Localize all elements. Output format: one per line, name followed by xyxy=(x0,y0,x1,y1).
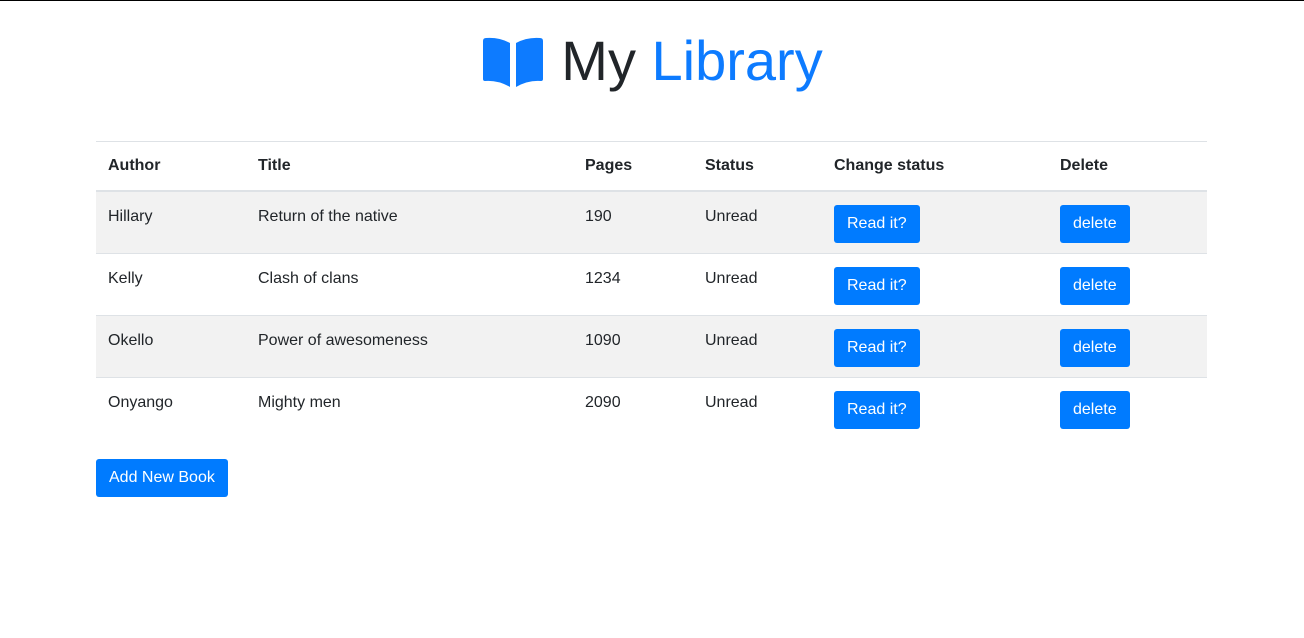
status-text: Unread xyxy=(705,393,758,411)
pages-text: 2090 xyxy=(585,393,621,411)
status-text: Unread xyxy=(705,208,758,225)
title-my: My xyxy=(561,29,636,92)
read-it-button[interactable]: Read it? xyxy=(834,390,920,429)
title-library: Library xyxy=(651,29,823,92)
add-new-book-button[interactable]: Add New Book xyxy=(96,459,228,497)
cell-delete: delete xyxy=(1048,314,1207,377)
title-text: Power of awesomeness xyxy=(258,331,428,349)
table-row: Onyango Mighty men 2090 Unread Read it? … xyxy=(96,376,1207,439)
pages-text: 1090 xyxy=(585,331,621,349)
read-it-button[interactable]: Read it? xyxy=(834,328,920,367)
column-header-delete: Delete xyxy=(1048,141,1207,192)
cell-title: Return of the native xyxy=(246,190,573,253)
column-header-change-status: Change status xyxy=(822,141,1048,192)
cell-author: Hillary xyxy=(96,190,246,253)
author-text: Onyango xyxy=(108,393,173,411)
books-table: Author Title Pages Status Change status … xyxy=(96,141,1207,439)
author-text: Hillary xyxy=(108,208,153,225)
table-row: Kelly Clash of clans 1234 Unread Read it… xyxy=(96,252,1207,315)
title-text: Clash of clans xyxy=(258,269,359,287)
status-text: Unread xyxy=(705,269,758,287)
cell-delete: delete xyxy=(1048,190,1207,253)
cell-author: Okello xyxy=(96,314,246,377)
delete-button[interactable]: delete xyxy=(1060,390,1130,429)
pages-text: 1234 xyxy=(585,269,621,287)
column-header-status: Status xyxy=(693,141,822,192)
delete-button[interactable]: delete xyxy=(1060,205,1130,243)
title-text: Mighty men xyxy=(258,393,341,411)
author-text: Kelly xyxy=(108,269,143,287)
book-open-icon xyxy=(483,37,544,87)
column-header-pages: Pages xyxy=(573,141,693,192)
column-header-title: Title xyxy=(246,141,573,192)
cell-status: Unread xyxy=(693,314,822,377)
cell-author: Onyango xyxy=(96,376,246,439)
books-table-container: Author Title Pages Status Change status … xyxy=(96,141,1207,439)
cell-change-status: Read it? xyxy=(822,252,1048,315)
delete-button[interactable]: delete xyxy=(1060,266,1130,305)
author-text: Okello xyxy=(108,331,154,349)
cell-change-status: Read it? xyxy=(822,190,1048,253)
read-it-button[interactable]: Read it? xyxy=(834,205,920,243)
cell-change-status: Read it? xyxy=(822,314,1048,377)
cell-pages: 2090 xyxy=(573,376,693,439)
cell-title: Power of awesomeness xyxy=(246,314,573,377)
cell-status: Unread xyxy=(693,190,822,253)
cell-title: Clash of clans xyxy=(246,252,573,315)
cell-pages: 1234 xyxy=(573,252,693,315)
read-it-button[interactable]: Read it? xyxy=(834,266,920,305)
page-title: My Library xyxy=(561,26,822,96)
pages-text: 190 xyxy=(585,208,612,225)
table-header-row: Author Title Pages Status Change status … xyxy=(96,141,1207,192)
cell-change-status: Read it? xyxy=(822,376,1048,439)
table-row: Hillary Return of the native 190 Unread … xyxy=(96,190,1207,253)
cell-status: Unread xyxy=(693,252,822,315)
cell-pages: 1090 xyxy=(573,314,693,377)
cell-status: Unread xyxy=(693,376,822,439)
table-row: Okello Power of awesomeness 1090 Unread … xyxy=(96,314,1207,377)
cell-delete: delete xyxy=(1048,376,1207,439)
delete-button[interactable]: delete xyxy=(1060,328,1130,367)
status-text: Unread xyxy=(705,331,758,349)
page-header: My Library xyxy=(0,26,1304,96)
cell-author: Kelly xyxy=(96,252,246,315)
cell-title: Mighty men xyxy=(246,376,573,439)
cell-delete: delete xyxy=(1048,252,1207,315)
top-border-line xyxy=(0,0,1304,1)
cell-pages: 190 xyxy=(573,190,693,253)
column-header-author: Author xyxy=(96,141,246,192)
title-text: Return of the native xyxy=(258,208,398,225)
